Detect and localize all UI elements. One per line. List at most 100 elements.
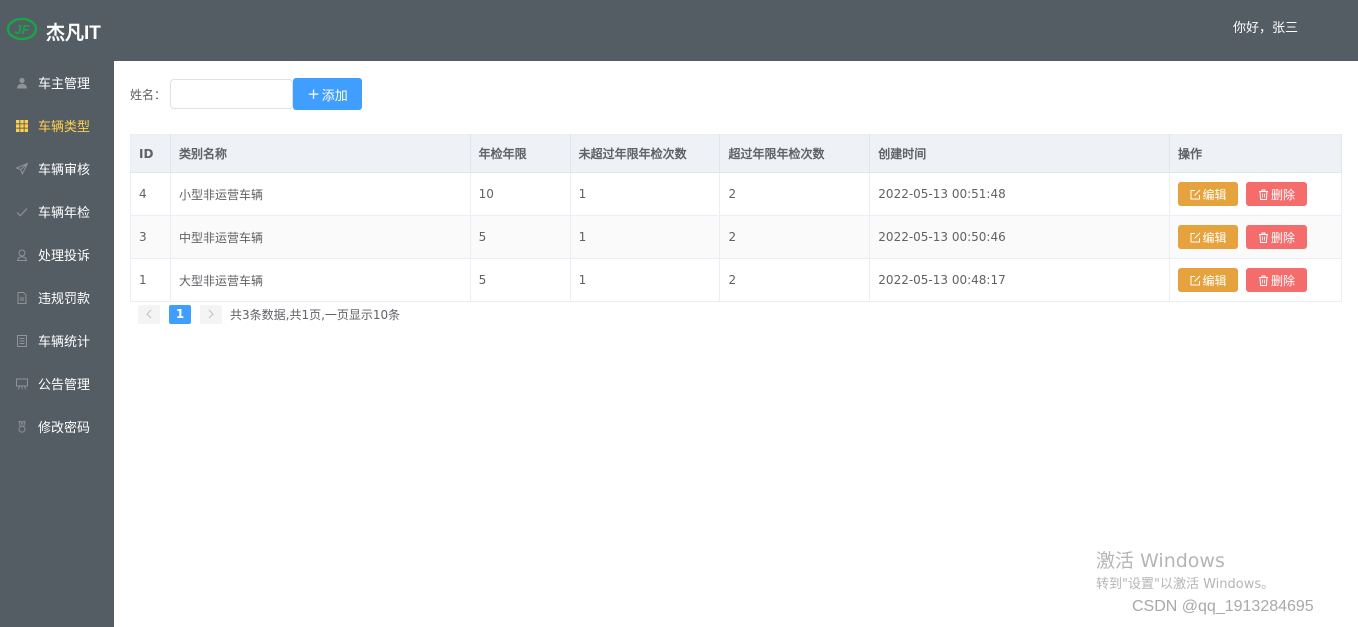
column-header: 操作 (1169, 134, 1342, 173)
svg-text:JF: JF (14, 22, 30, 37)
column-header: 未超过年限年检次数 (570, 134, 721, 173)
medal-icon (15, 420, 29, 434)
cell-created: 2022-05-13 00:51:48 (869, 172, 1171, 216)
sidebar-item-label: 车主管理 (38, 77, 91, 92)
sidebar-item-fines[interactable]: 违规罚款 (0, 276, 114, 319)
sidebar-item-label: 车辆类型 (38, 120, 91, 135)
cell-name: 中型非运营车辆 (170, 215, 471, 259)
service-icon (15, 248, 29, 262)
page-number-current[interactable]: 1 (169, 304, 191, 324)
pagination: 1 共3条数据,共1页,一页显示10条 (138, 304, 400, 324)
sidebar-item-announcements[interactable]: 公告管理 (0, 362, 114, 405)
sidebar-item-label: 修改密码 (38, 421, 91, 436)
cell-under: 1 (570, 172, 721, 216)
cell-over: 2 (719, 172, 871, 216)
sidebar-item-annual-inspection[interactable]: 车辆年检 (0, 190, 114, 233)
chevron-right-icon (208, 309, 214, 319)
cell-over: 2 (719, 215, 871, 259)
edit-button[interactable]: 编辑 (1178, 182, 1239, 206)
delete-button[interactable]: 删除 (1246, 182, 1308, 206)
sidebar-item-label: 公告管理 (38, 378, 91, 393)
user-icon (15, 76, 29, 90)
delete-label: 删除 (1271, 273, 1296, 288)
chevron-left-icon (146, 309, 152, 319)
cell-name: 小型非运营车辆 (170, 172, 471, 216)
column-header: 超过年限年检次数 (719, 134, 871, 173)
trash-icon (1258, 189, 1269, 200)
table-row: 1 大型非运营车辆 5 1 2 2022-05-13 00:48:17 编辑 删… (130, 258, 1342, 302)
windows-activation-title: 激活 Windows (1096, 550, 1225, 572)
cell-actions: 编辑 删除 (1169, 172, 1342, 216)
sidebar-item-statistics[interactable]: 车辆统计 (0, 319, 114, 362)
tickets-icon (15, 334, 29, 348)
add-button-label: 添加 (321, 88, 348, 104)
delete-button[interactable]: 删除 (1246, 268, 1308, 292)
column-header: 年检年限 (470, 134, 571, 173)
main-content: 姓名： + 添加 ID 类别名称 年检年限 未超过年限年检次数 超过年限年检次数… (114, 61, 1358, 627)
prev-page-button[interactable] (138, 304, 160, 324)
delete-label: 删除 (1271, 187, 1296, 202)
sidebar-item-owner-management[interactable]: 车主管理 (0, 61, 114, 104)
sidebar-item-label: 违规罚款 (38, 292, 91, 307)
cell-id: 1 (130, 258, 171, 302)
pagination-info: 共3条数据,共1页,一页显示10条 (230, 307, 401, 322)
table-header-row: ID 类别名称 年检年限 未超过年限年检次数 超过年限年检次数 创建时间 操作 (130, 134, 1342, 173)
sidebar-item-complaints[interactable]: 处理投诉 (0, 233, 114, 276)
delete-label: 删除 (1271, 230, 1296, 245)
cell-created: 2022-05-13 00:48:17 (869, 258, 1171, 302)
sidebar-item-label: 车辆统计 (38, 335, 91, 350)
cell-under: 1 (570, 215, 721, 259)
sidebar-item-label: 处理投诉 (38, 249, 91, 264)
edit-icon (1190, 275, 1201, 286)
edit-label: 编辑 (1202, 187, 1227, 202)
vehicle-type-table: ID 类别名称 年检年限 未超过年限年检次数 超过年限年检次数 创建时间 操作 … (130, 134, 1342, 302)
check-icon (15, 205, 29, 219)
board-icon (15, 377, 29, 391)
grid-icon (15, 119, 29, 133)
sidebar-item-label: 车辆年检 (38, 206, 91, 221)
name-search-input[interactable] (170, 79, 294, 109)
next-page-button[interactable] (200, 304, 222, 324)
trash-icon (1258, 232, 1269, 243)
edit-button[interactable]: 编辑 (1178, 225, 1239, 249)
table-row: 3 中型非运营车辆 5 1 2 2022-05-13 00:50:46 编辑 删… (130, 215, 1342, 259)
csdn-watermark: CSDN @qq_1913284695 (1132, 598, 1314, 615)
edit-icon (1190, 232, 1201, 243)
cell-years: 10 (470, 172, 571, 216)
brand-name: 杰凡IT (46, 23, 101, 44)
document-icon (15, 291, 29, 305)
name-label: 姓名： (130, 87, 167, 102)
cell-years: 5 (470, 215, 571, 259)
user-greeting[interactable]: 你好，张三 (1233, 17, 1298, 36)
send-icon (15, 162, 29, 176)
logo: JF 杰凡IT (6, 12, 101, 45)
edit-button[interactable]: 编辑 (1178, 268, 1239, 292)
sidebar-item-vehicle-review[interactable]: 车辆审核 (0, 147, 114, 190)
add-button[interactable]: + 添加 (293, 78, 363, 110)
column-header: 创建时间 (869, 134, 1171, 173)
sidebar-item-label: 车辆审核 (38, 163, 91, 178)
sidebar-item-change-password[interactable]: 修改密码 (0, 405, 114, 448)
windows-activation-subtitle: 转到"设置"以激活 Windows。 (1096, 577, 1275, 592)
delete-button[interactable]: 删除 (1246, 225, 1308, 249)
cell-actions: 编辑 删除 (1169, 258, 1342, 302)
cell-under: 1 (570, 258, 721, 302)
column-header: 类别名称 (170, 134, 471, 173)
search-toolbar: 姓名： + 添加 (130, 78, 363, 110)
column-header: ID (130, 134, 171, 173)
logo-mark-icon: JF (6, 16, 38, 42)
table-row: 4 小型非运营车辆 10 1 2 2022-05-13 00:51:48 编辑 … (130, 172, 1342, 216)
top-header: JF 杰凡IT 你好，张三 (0, 0, 1358, 61)
edit-label: 编辑 (1202, 230, 1227, 245)
plus-icon: + (307, 84, 320, 103)
sidebar: 车主管理 车辆类型 车辆审核 车辆年检 处理投诉 违规罚款 车辆统计 公告管理 … (0, 61, 114, 627)
cell-id: 3 (130, 215, 171, 259)
cell-years: 5 (470, 258, 571, 302)
trash-icon (1258, 275, 1269, 286)
cell-id: 4 (130, 172, 171, 216)
edit-icon (1190, 189, 1201, 200)
sidebar-item-vehicle-type[interactable]: 车辆类型 (0, 104, 114, 147)
cell-created: 2022-05-13 00:50:46 (869, 215, 1171, 259)
cell-over: 2 (719, 258, 871, 302)
cell-actions: 编辑 删除 (1169, 215, 1342, 259)
